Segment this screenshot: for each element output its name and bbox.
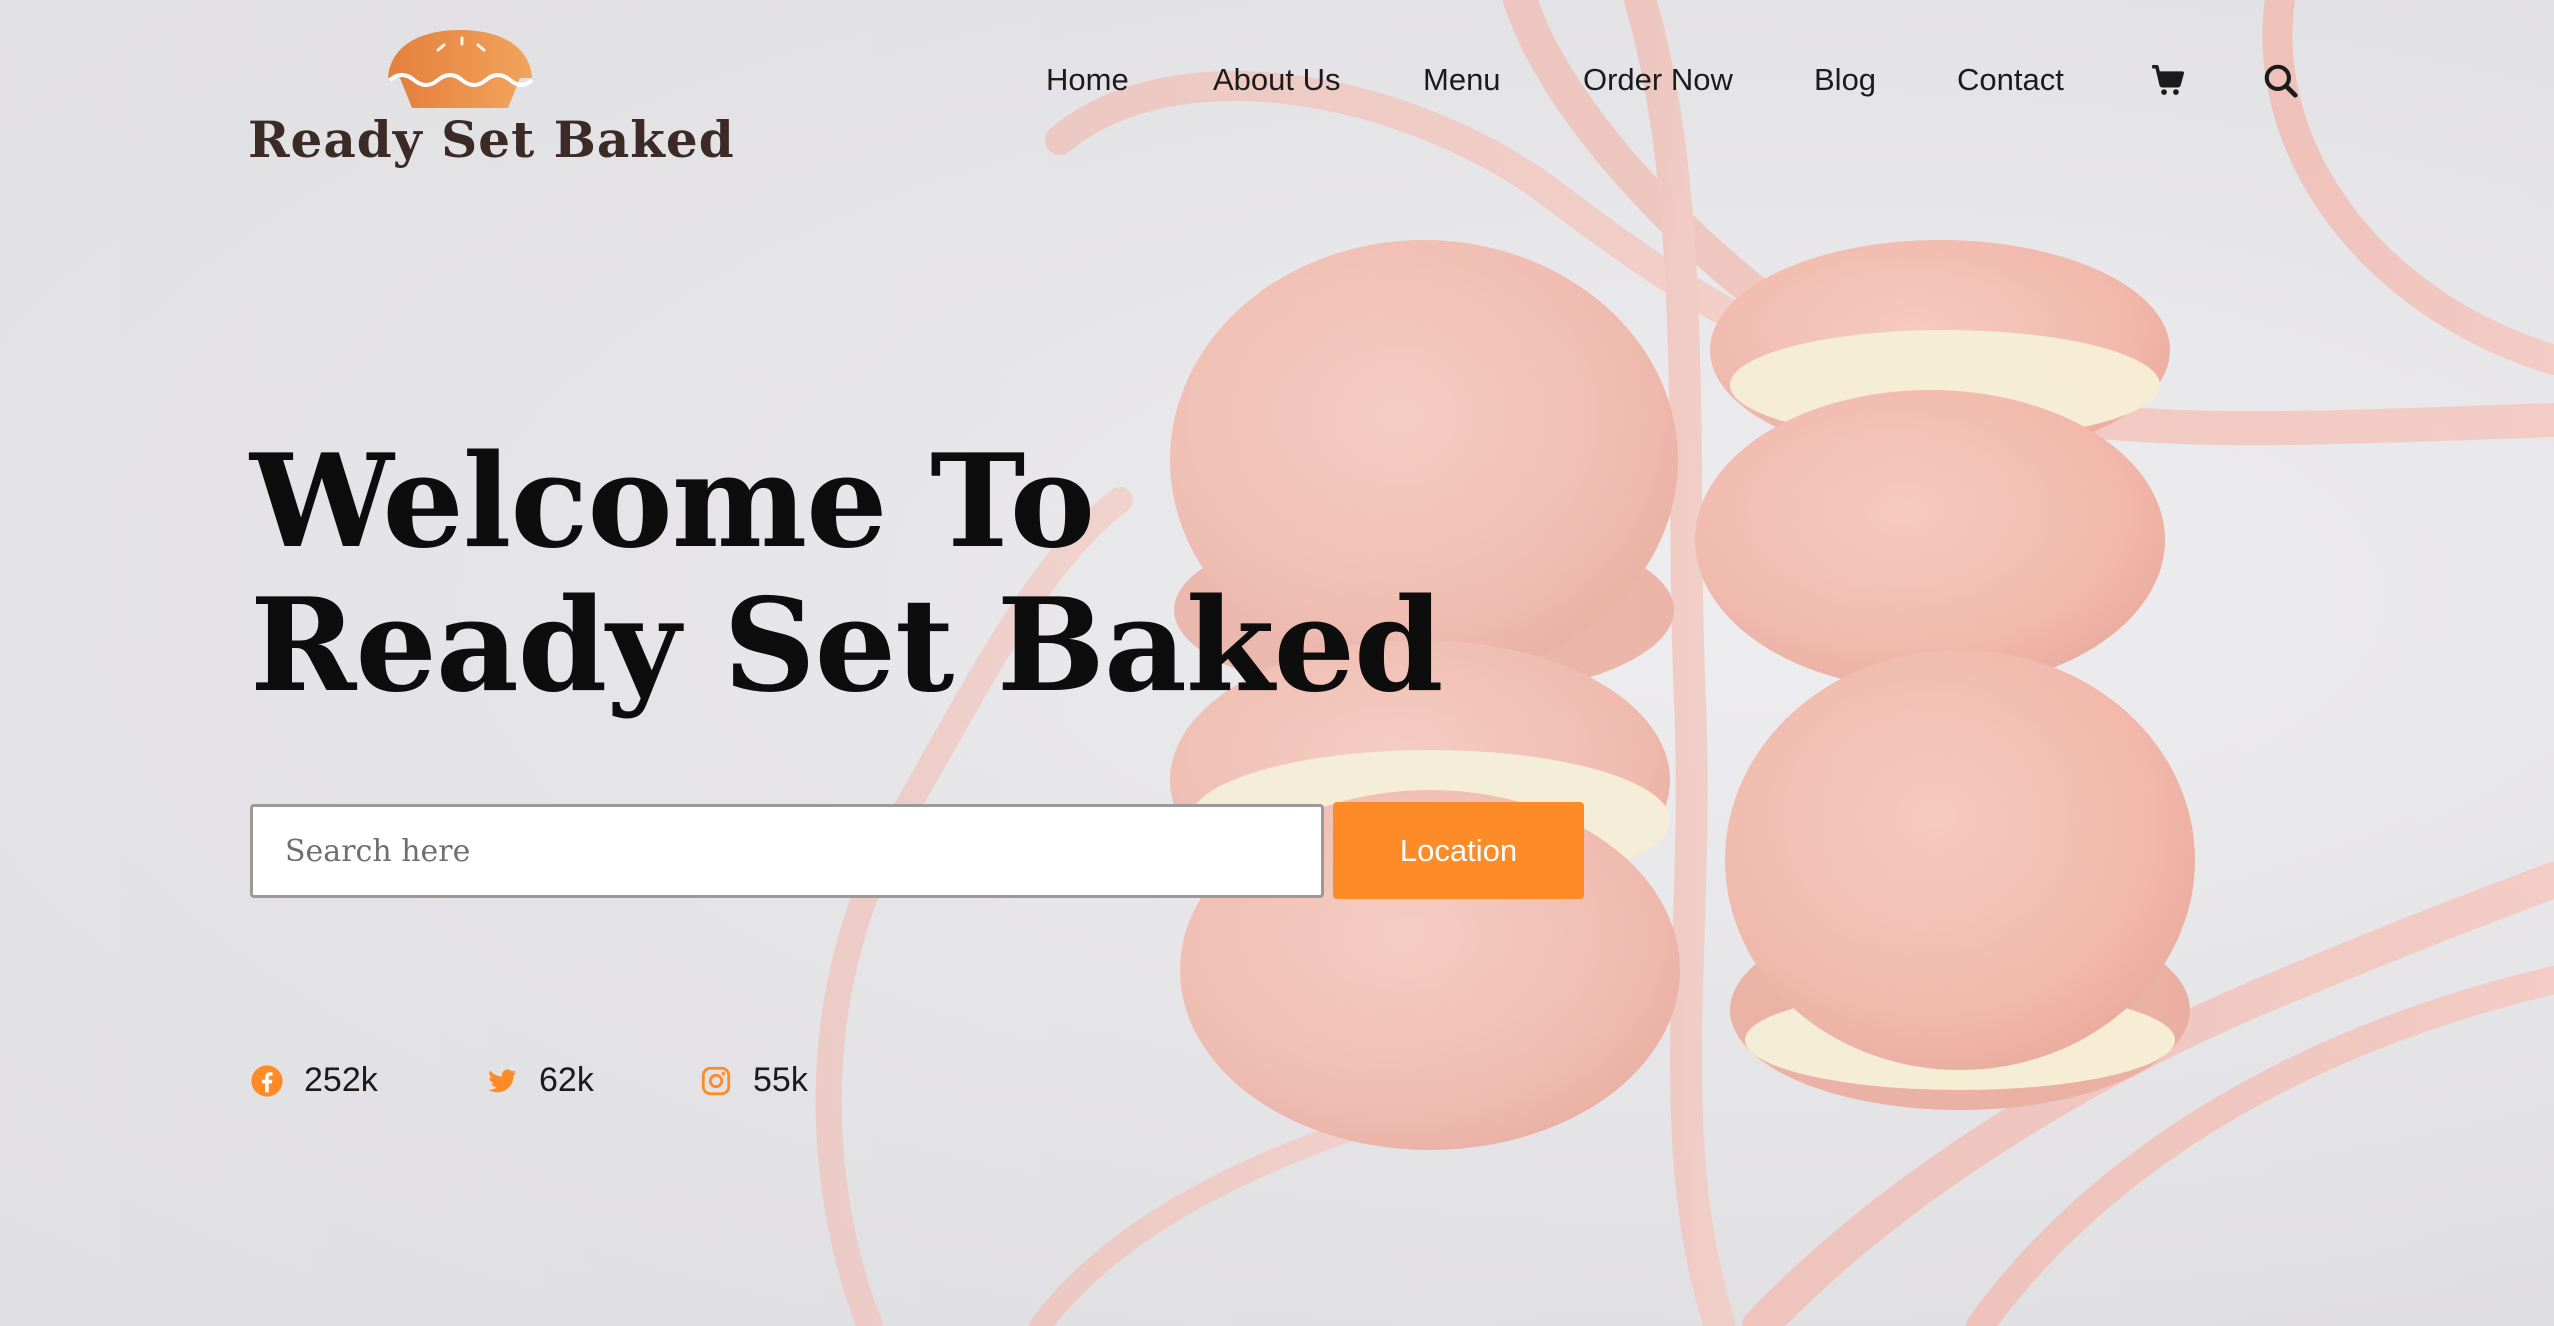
nav-item-blog[interactable]: Blog [1814, 56, 1876, 104]
facebook-count: 252k [304, 1061, 378, 1099]
brand-logo[interactable]: Ready Set Baked [248, 28, 734, 178]
facebook-icon [251, 1065, 283, 1097]
nav-item-home[interactable]: Home [1046, 56, 1129, 104]
brand-name: Ready Set Baked [248, 110, 735, 169]
pie-icon [388, 30, 534, 108]
twitter-count: 62k [539, 1061, 594, 1099]
search-input[interactable] [250, 804, 1324, 898]
location-button[interactable]: Location [1333, 802, 1584, 899]
nav-item-about-us[interactable]: About Us [1213, 56, 1341, 104]
nav-item-contact[interactable]: Contact [1957, 56, 2064, 104]
search-icon[interactable] [2262, 62, 2300, 100]
hero-title-line-2: Ready Set Baked [250, 571, 1444, 721]
main-nav: Home About Us Menu Order Now Blog Contac… [1046, 56, 2554, 104]
nav-item-menu[interactable]: Menu [1423, 56, 1501, 104]
instagram-icon [701, 1066, 731, 1096]
landing-page: Ready Set Baked Home About Us Menu Order… [0, 0, 2554, 1326]
twitter-icon [488, 1069, 517, 1093]
hero-title: Welcome To Ready Set Baked [250, 427, 1444, 721]
hero-title-line-1: Welcome To [250, 427, 1095, 577]
nav-item-order-now[interactable]: Order Now [1583, 56, 1733, 104]
instagram-count: 55k [753, 1061, 808, 1099]
cart-icon[interactable] [2149, 62, 2187, 100]
